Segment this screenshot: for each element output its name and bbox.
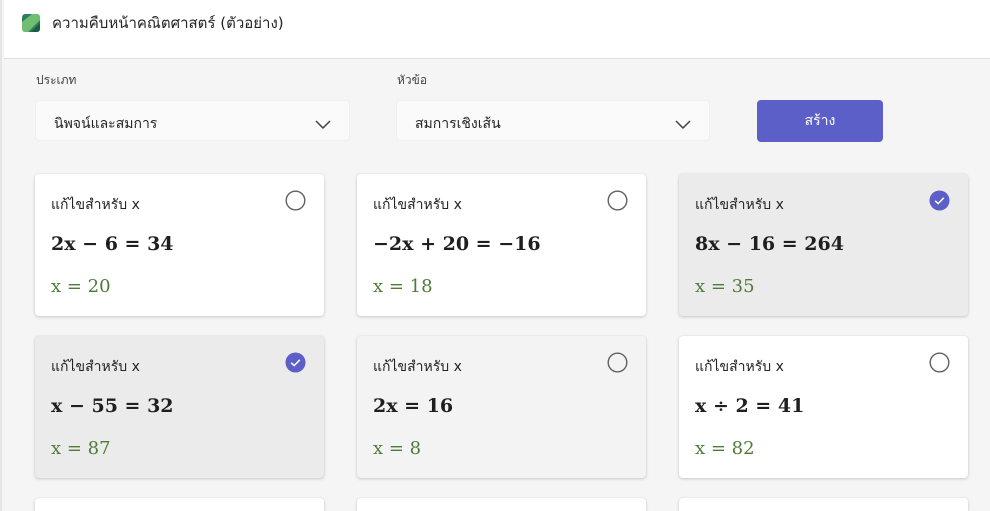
- title-bar: ความคืบหน้าคณิตศาสตร์ (ตัวอย่าง): [4, 0, 990, 59]
- type-dropdown[interactable]: นิพจน์และสมการ: [35, 100, 350, 141]
- card-equation: 2x = 16: [373, 395, 454, 417]
- app-title: ความคืบหน้าคณิตศาสตร์ (ตัวอย่าง): [52, 14, 284, 32]
- card-title: แก้ไขสำหรับ x: [51, 359, 140, 375]
- type-dropdown-value: นิพจน์และสมการ: [54, 116, 158, 132]
- type-label: ประเภท: [36, 73, 77, 87]
- problem-card[interactable]: [35, 498, 324, 511]
- create-button[interactable]: สร้าง: [757, 100, 883, 142]
- radio-unchecked-icon[interactable]: [285, 190, 306, 211]
- problem-card[interactable]: [357, 498, 646, 511]
- card-title: แก้ไขสำหรับ x: [695, 359, 784, 375]
- card-equation: x − 55 = 32: [51, 395, 174, 417]
- card-answer: x = 35: [695, 276, 755, 297]
- app-window: ความคืบหน้าคณิตศาสตร์ (ตัวอย่าง) ประเภท …: [0, 0, 990, 511]
- radio-unchecked-icon[interactable]: [607, 190, 628, 211]
- topic-dropdown-value: สมการเชิงเส้น: [415, 116, 501, 132]
- card-answer: x = 87: [51, 438, 111, 459]
- radio-unchecked-icon[interactable]: [929, 352, 950, 373]
- problem-card[interactable]: แก้ไขสำหรับ x x − 55 = 32 x = 87: [35, 336, 324, 478]
- chevron-down-icon: [675, 115, 691, 130]
- card-equation: x ÷ 2 = 41: [695, 395, 805, 417]
- problem-card[interactable]: แก้ไขสำหรับ x 2x − 6 = 34 x = 20: [35, 174, 324, 316]
- topic-dropdown[interactable]: สมการเชิงเส้น: [396, 100, 710, 141]
- card-equation: −2x + 20 = −16: [373, 233, 541, 255]
- card-title: แก้ไขสำหรับ x: [51, 197, 140, 213]
- card-title: แก้ไขสำหรับ x: [373, 197, 462, 213]
- problem-card[interactable]: แก้ไขสำหรับ x −2x + 20 = −16 x = 18: [357, 174, 646, 316]
- card-title: แก้ไขสำหรับ x: [373, 359, 462, 375]
- card-answer: x = 20: [51, 276, 111, 297]
- card-answer: x = 18: [373, 276, 433, 297]
- radio-checked-icon[interactable]: [285, 352, 306, 373]
- card-title: แก้ไขสำหรับ x: [695, 197, 784, 213]
- problem-card[interactable]: แก้ไขสำหรับ x 8x − 16 = 264 x = 35: [679, 174, 968, 316]
- chevron-down-icon: [315, 115, 331, 130]
- card-equation: 2x − 6 = 34: [51, 233, 174, 255]
- radio-unchecked-icon[interactable]: [607, 352, 628, 373]
- problem-card[interactable]: แก้ไขสำหรับ x x ÷ 2 = 41 x = 82: [679, 336, 968, 478]
- card-answer: x = 8: [373, 438, 422, 459]
- app-logo-icon: [22, 14, 40, 32]
- radio-checked-icon[interactable]: [929, 190, 950, 211]
- card-answer: x = 82: [695, 438, 755, 459]
- topic-label: หัวข้อ: [397, 73, 428, 87]
- problem-card[interactable]: [679, 498, 968, 511]
- problem-card[interactable]: แก้ไขสำหรับ x 2x = 16 x = 8: [357, 336, 646, 478]
- card-equation: 8x − 16 = 264: [695, 233, 844, 255]
